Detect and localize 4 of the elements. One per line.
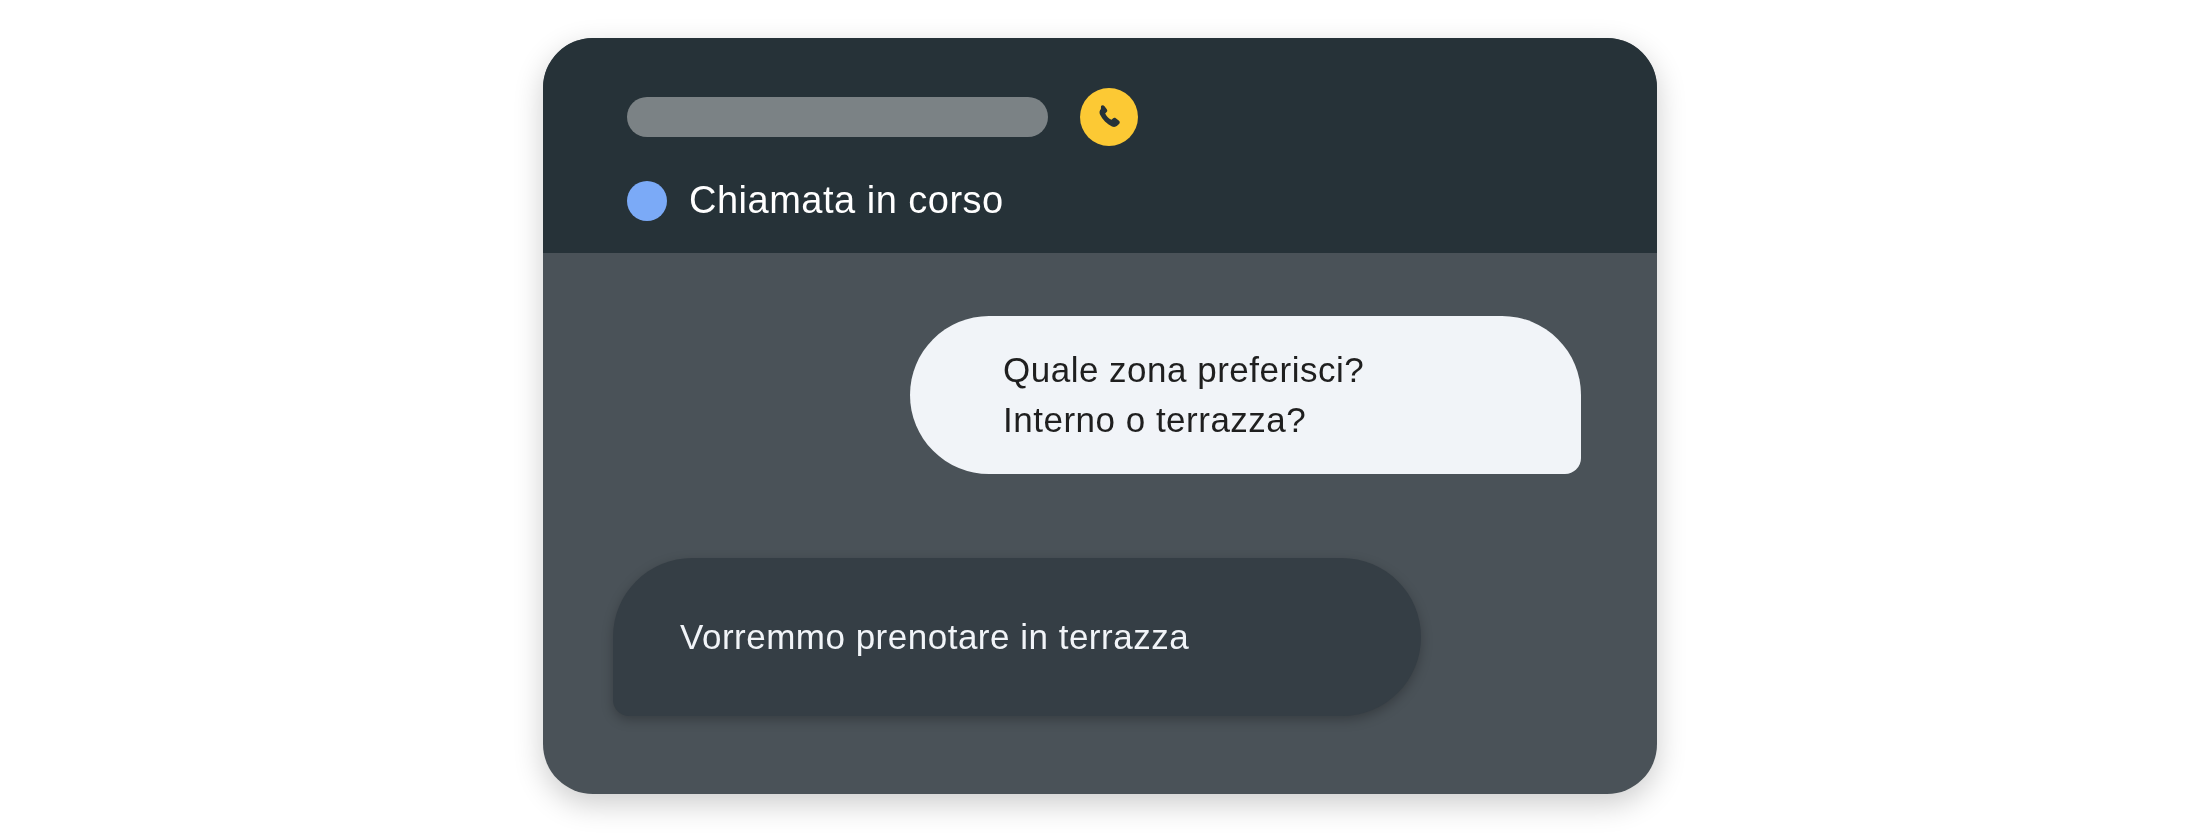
message-text: Quale zona preferisci? Interno o terrazza? bbox=[1003, 349, 1365, 441]
message-text: Vorremmo prenotare in terrazza bbox=[680, 616, 1190, 658]
call-status: Chiamata in corso bbox=[689, 178, 1004, 223]
phone-icon bbox=[1080, 88, 1138, 146]
